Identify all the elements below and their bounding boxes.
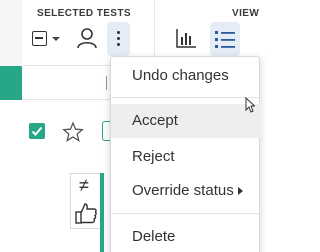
menu-item-undo-changes[interactable]: Undo changes bbox=[111, 59, 261, 93]
select-checkbox-icon[interactable] bbox=[32, 31, 47, 46]
status-indicator: ≠ bbox=[70, 173, 102, 229]
more-vertical-dot bbox=[117, 37, 120, 40]
more-actions-button[interactable] bbox=[107, 22, 130, 56]
menu-separator bbox=[111, 213, 261, 214]
star-icon[interactable] bbox=[62, 121, 84, 143]
bar-chart-icon[interactable] bbox=[175, 27, 197, 49]
more-vertical-dot bbox=[117, 43, 120, 46]
not-equal-symbol: ≠ bbox=[79, 175, 89, 195]
column-separator[interactable] bbox=[106, 76, 107, 90]
list-view-button[interactable] bbox=[210, 22, 240, 56]
left-panel-accent bbox=[0, 66, 22, 100]
left-panel-strip bbox=[0, 0, 22, 252]
submenu-arrow-icon bbox=[238, 187, 243, 195]
chevron-down-icon[interactable] bbox=[52, 37, 60, 41]
list-icon bbox=[215, 31, 235, 48]
menu-item-accept[interactable]: Accept bbox=[111, 104, 261, 138]
menu-item-override-status[interactable]: Override status bbox=[111, 174, 261, 208]
left-panel-lower bbox=[0, 100, 22, 252]
cursor-icon bbox=[245, 97, 255, 113]
status-green-bar bbox=[100, 173, 104, 252]
thumbs-up-icon[interactable] bbox=[75, 201, 97, 225]
row-checkbox[interactable] bbox=[29, 123, 45, 139]
user-icon[interactable] bbox=[76, 27, 98, 49]
menu-separator bbox=[111, 97, 261, 98]
view-title: VIEW bbox=[232, 8, 260, 19]
check-icon bbox=[31, 126, 43, 136]
menu-item-override-status-label: Override status bbox=[132, 182, 234, 199]
more-vertical-icon bbox=[117, 31, 120, 34]
menu-item-delete[interactable]: Delete bbox=[111, 220, 261, 252]
more-actions-menu: Undo changes Accept Reject Override stat… bbox=[110, 56, 261, 252]
selected-tests-title: SELECTED TESTS bbox=[37, 8, 131, 19]
menu-item-reject[interactable]: Reject bbox=[111, 140, 261, 174]
